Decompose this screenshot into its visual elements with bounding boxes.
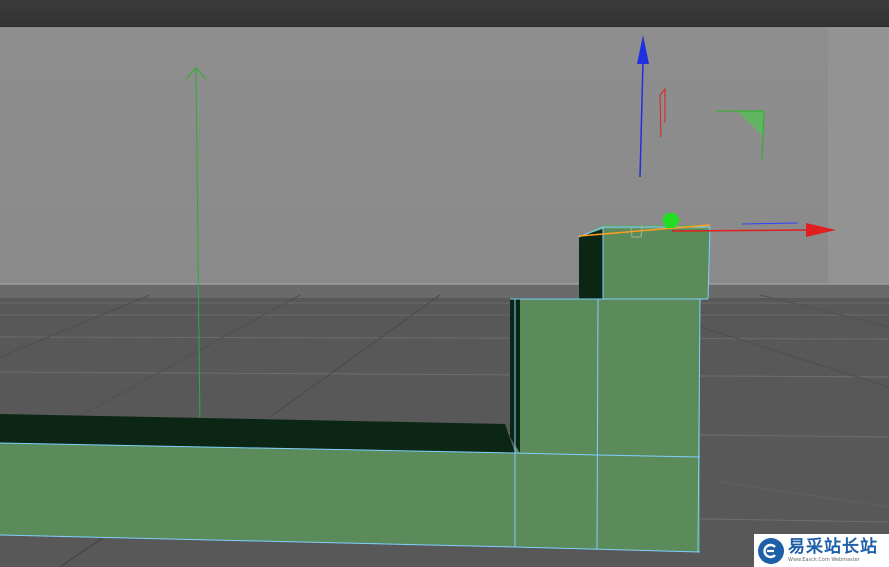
model-block-front: [603, 227, 710, 299]
model-block-side: [579, 227, 603, 299]
site-logo-icon: [758, 537, 784, 564]
viewport-right-shade: [828, 27, 889, 287]
3d-viewport[interactable]: 易采站长站 Www.Easck.Com Webmaster: [0, 27, 889, 567]
watermark-text: 易采站长站 Www.Easck.Com Webmaster: [788, 536, 878, 563]
watermark-badge: 易采站长站 Www.Easck.Com Webmaster: [754, 534, 889, 567]
watermark-subtitle: Www.Easck.Com Webmaster: [788, 556, 860, 563]
model-step-front: [515, 299, 700, 552]
gizmo-x-axis[interactable]: [671, 229, 809, 232]
model-front-face: [0, 443, 515, 547]
viewport-menu-bar[interactable]: [0, 0, 889, 27]
viewport-scene[interactable]: [0, 27, 889, 567]
app-window: 易采站长站 Www.Easck.Com Webmaster: [0, 0, 889, 567]
watermark-title: 易采站长站: [788, 536, 878, 557]
